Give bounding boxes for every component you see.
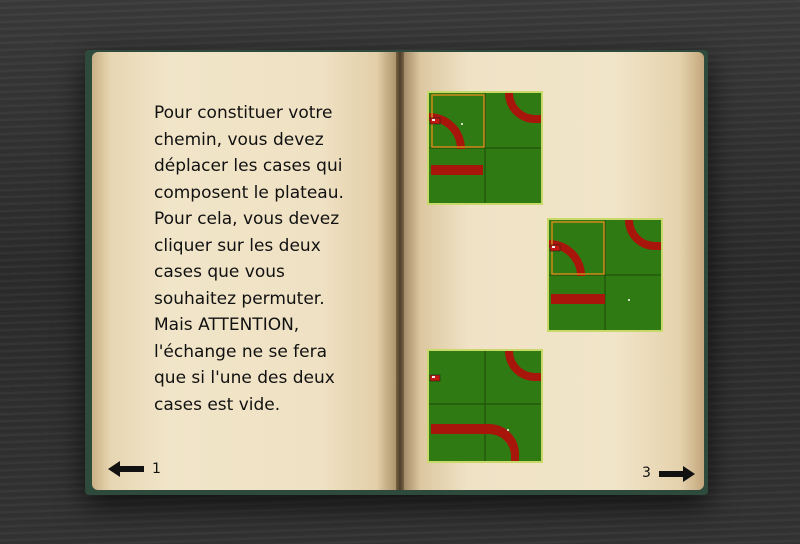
text-line: chemin, vous devez xyxy=(154,129,324,150)
text-line: Pour cela, vous devez xyxy=(154,209,340,229)
text-line: Pour constituer votre xyxy=(154,103,333,123)
text-line: cases est vide. xyxy=(154,394,281,415)
board-2-tiles xyxy=(549,220,661,330)
example-board-3 xyxy=(429,351,541,461)
text-line: cliquer sur les deux xyxy=(154,235,321,256)
right-page-number: 3 xyxy=(642,465,651,481)
board-3-tiles xyxy=(429,351,541,461)
train-icon xyxy=(429,117,441,125)
text-line: composent le plateau. xyxy=(154,182,344,203)
text-line: que si l'une des deux xyxy=(154,368,335,388)
arrow-left-icon[interactable] xyxy=(108,461,144,477)
example-board-2 xyxy=(549,220,661,330)
example-board-1 xyxy=(429,93,541,203)
instructions-text: Pour constituer votre chemin, vous devez… xyxy=(154,100,394,418)
train-icon xyxy=(549,244,561,252)
text-line: Mais ATTENTION, xyxy=(154,315,300,335)
text-line: cases que vous xyxy=(154,262,285,282)
arrow-right-icon[interactable] xyxy=(659,466,695,482)
left-page-number: 1 xyxy=(152,461,161,477)
board-1-tiles xyxy=(429,93,541,203)
text-line: déplacer les cases qui xyxy=(154,156,343,176)
train-icon xyxy=(429,374,441,382)
text-line: souhaitez permuter. xyxy=(154,288,325,309)
book-spine xyxy=(396,52,404,490)
text-line: l'échange ne se fera xyxy=(154,341,328,362)
